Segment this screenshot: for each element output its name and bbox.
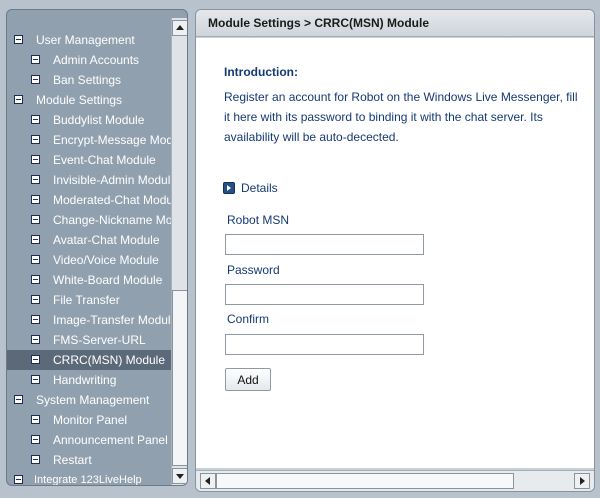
sidebar-item-admin-accounts[interactable]: Admin Accounts	[7, 50, 171, 70]
minus-box-icon	[31, 415, 40, 424]
sidebar-item-label: Avatar-Chat Module	[53, 233, 160, 247]
sidebar-item-monitor-panel[interactable]: Monitor Panel	[7, 410, 171, 430]
sidebar-item-video-voice-module[interactable]: Video/Voice Module	[7, 250, 171, 270]
sidebar-item-handwriting[interactable]: Handwriting	[7, 370, 171, 390]
sidebar-item-change-nickname-module[interactable]: Change-Nickname Module	[7, 210, 171, 230]
scroll-left-button[interactable]	[200, 473, 216, 489]
sidebar-item-label: System Management	[36, 393, 150, 407]
arrow-left-icon	[205, 477, 210, 485]
sidebar-item-label: Announcement Panel	[53, 433, 168, 447]
sidebar-item-event-chat-module[interactable]: Event-Chat Module	[7, 150, 171, 170]
sidebar-item-moderated-chat-module[interactable]: Moderated-Chat Module	[7, 190, 171, 210]
minus-box-icon	[31, 355, 40, 364]
confirm-label: Confirm	[227, 312, 270, 326]
arrow-up-icon	[176, 25, 184, 30]
minus-box-icon[interactable]	[14, 475, 23, 484]
minus-box-icon	[31, 175, 40, 184]
sidebar-item-label: Module Settings	[36, 93, 123, 107]
intro-heading: Introduction:	[224, 65, 298, 79]
password-label: Password	[227, 263, 280, 277]
password-input[interactable]	[225, 284, 424, 305]
sidebar-item-restart[interactable]: Restart	[7, 450, 171, 470]
sidebar-item-module-settings[interactable]: Module Settings	[7, 90, 171, 110]
sidebar-item-label: Handwriting	[53, 373, 117, 387]
sidebar-item-file-transfer[interactable]: File Transfer	[7, 290, 171, 310]
minus-box-icon	[31, 275, 40, 284]
sidebar-item-buddylist-module[interactable]: Buddylist Module	[7, 110, 171, 130]
minus-box-icon[interactable]	[14, 395, 23, 404]
minus-box-icon	[31, 235, 40, 244]
sidebar-item-ban-settings[interactable]: Ban Settings	[7, 70, 171, 90]
sidebar-item-label: Image-Transfer Module	[53, 313, 171, 327]
sidebar: User Management Admin Accounts Ban Setting…	[6, 9, 188, 486]
robot-msn-label: Robot MSN	[227, 213, 290, 227]
sidebar-item-label: Event-Chat Module	[53, 153, 156, 167]
sidebar-item-label: Encrypt-Message Module	[53, 133, 171, 147]
arrow-down-icon	[176, 474, 184, 479]
minus-box-icon	[31, 295, 40, 304]
scrollbar-thumb[interactable]	[172, 290, 187, 466]
sidebar-item-crrc-msn-module[interactable]: CRRC(MSN) Module	[7, 350, 171, 370]
scroll-right-button[interactable]	[574, 473, 590, 489]
add-button[interactable]: Add	[225, 368, 271, 391]
minus-box-icon	[31, 155, 40, 164]
content-area: Introduction: Register an account for Ro…	[196, 38, 594, 468]
expand-arrow-icon	[223, 182, 235, 194]
confirm-input[interactable]	[225, 334, 424, 355]
arrow-right-icon	[580, 477, 585, 485]
sidebar-item-label: FMS-Server-URL	[53, 333, 146, 347]
sidebar-item-encrypt-message-module[interactable]: Encrypt-Message Module	[7, 130, 171, 150]
sidebar-item-label: Buddylist Module	[53, 113, 145, 127]
sidebar-item-invisible-admin-module[interactable]: Invisible-Admin Module	[7, 170, 171, 190]
page-title: Module Settings > CRRC(MSN) Module	[208, 16, 429, 30]
minus-box-icon	[31, 375, 40, 384]
details-label: Details	[241, 181, 278, 195]
sidebar-item-label: CRRC(MSN) Module	[53, 353, 166, 367]
minus-box-icon	[31, 255, 40, 264]
sidebar-scrollbar[interactable]	[171, 18, 187, 485]
hscroll-thumb[interactable]	[216, 473, 514, 489]
minus-box-icon	[31, 195, 40, 204]
intro-text: Register an account for Robot on the Win…	[224, 90, 578, 144]
minus-box-icon	[31, 435, 40, 444]
sidebar-item-user-management[interactable]: User Management	[7, 30, 171, 50]
sidebar-item-label: White-Board Module	[53, 273, 163, 287]
sidebar-item-announcement-panel[interactable]: Announcement Panel	[7, 430, 171, 450]
module-tree: User Management Admin Accounts Ban Setting…	[7, 10, 171, 486]
sidebar-item-fms-server-url[interactable]: FMS-Server-URL	[7, 330, 171, 350]
sidebar-item-label: Admin Accounts	[53, 53, 140, 67]
scroll-up-button[interactable]	[172, 20, 187, 36]
minus-box-icon	[31, 135, 40, 144]
robot-msn-input[interactable]	[225, 234, 424, 255]
sidebar-item-image-transfer-module[interactable]: Image-Transfer Module	[7, 310, 171, 330]
sidebar-item-label: Integrate 123LiveHelp	[34, 474, 142, 486]
minus-box-icon	[31, 115, 40, 124]
minus-box-icon[interactable]	[14, 95, 23, 104]
minus-box-icon	[31, 55, 40, 64]
minus-box-icon[interactable]	[14, 35, 23, 44]
minus-box-icon	[31, 215, 40, 224]
content-hscrollbar[interactable]	[196, 470, 594, 491]
sidebar-item-system-management[interactable]: System Management	[7, 390, 171, 410]
sidebar-item-label: Invisible-Admin Module	[53, 173, 171, 187]
sidebar-item-label: Restart	[53, 453, 92, 467]
sidebar-item-label: User Management	[36, 33, 135, 47]
sidebar-item-avatar-chat-module[interactable]: Avatar-Chat Module	[7, 230, 171, 250]
sidebar-item-label: Change-Nickname Module	[53, 213, 171, 227]
sidebar-item-label: File Transfer	[53, 293, 120, 307]
minus-box-icon	[31, 75, 40, 84]
main-panel: Module Settings > CRRC(MSN) Module Intro…	[195, 9, 595, 492]
sidebar-item-integrate-123livehelp[interactable]: Integrate 123LiveHelp	[7, 470, 171, 486]
panel-header: Module Settings > CRRC(MSN) Module	[196, 10, 594, 37]
minus-box-icon	[31, 455, 40, 464]
sidebar-item-label: Video/Voice Module	[53, 253, 159, 267]
sidebar-item-label: Ban Settings	[53, 73, 122, 87]
minus-box-icon	[31, 335, 40, 344]
sidebar-item-label: Monitor Panel	[53, 413, 128, 427]
minus-box-icon	[31, 315, 40, 324]
sidebar-item-white-board-module[interactable]: White-Board Module	[7, 270, 171, 290]
scroll-down-button[interactable]	[172, 468, 187, 484]
sidebar-item-label: Moderated-Chat Module	[53, 193, 171, 207]
